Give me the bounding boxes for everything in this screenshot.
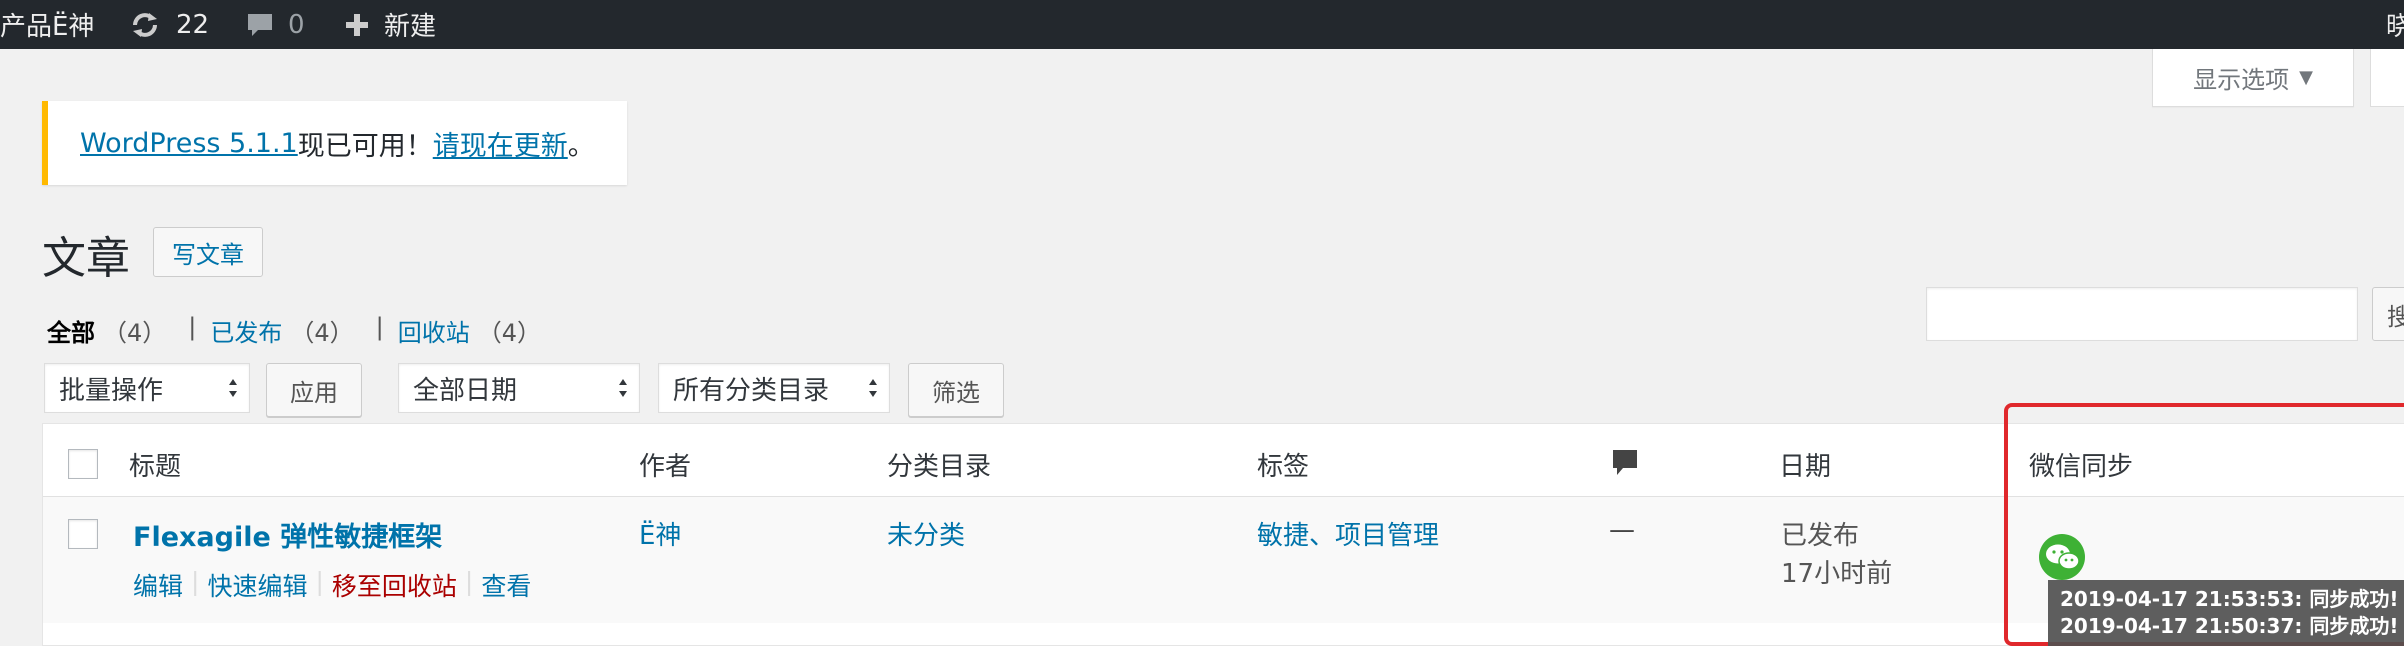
site-name: 产品Ë神 — [0, 12, 95, 42]
post-date: 17小时前 — [1781, 559, 1893, 589]
trash-link[interactable]: 移至回收站 — [332, 567, 457, 603]
author-link[interactable]: Ë神 — [639, 515, 681, 552]
categories-column-header: 分类目录 — [887, 452, 992, 482]
sort-by-date-link[interactable]: 日期 — [1779, 446, 1831, 483]
action-separator: | — [315, 567, 324, 596]
view-trash-count: （4） — [477, 319, 542, 347]
bulk-action-value: 批量操作 — [59, 375, 164, 406]
tags-links[interactable]: 敏捷、项目管理 — [1257, 515, 1439, 552]
select-arrows-icon — [619, 379, 627, 397]
select-all-checkbox[interactable] — [68, 449, 98, 479]
comments-count: — — [1609, 515, 1635, 545]
account-link[interactable]: 晓 — [2386, 0, 2404, 49]
comment-icon — [246, 11, 274, 39]
update-notice: WordPress 5.1.1 现已可用！ 请现在更新 。 — [42, 101, 627, 185]
updates-link[interactable]: 22 — [128, 0, 209, 49]
comment-bubble-icon[interactable] — [1611, 448, 1639, 485]
post-title-link[interactable]: Flexagile 弹性敏捷框架 — [133, 515, 442, 554]
category-filter-select[interactable]: 所有分类目录 — [658, 363, 890, 413]
apply-button[interactable]: 应用 — [266, 363, 362, 417]
updates-count: 22 — [176, 9, 210, 40]
sync-log-entry: 2019-04-17 21:53:53: 同步成功! — [2060, 587, 2399, 611]
action-separator: | — [191, 567, 200, 596]
view-separator: | — [188, 313, 197, 341]
wordpress-version-link[interactable]: WordPress 5.1.1 — [80, 128, 298, 159]
search-button[interactable]: 搜 — [2372, 287, 2404, 341]
quick-edit-link[interactable]: 快速编辑 — [207, 567, 307, 603]
screen-options-label: 显示选项 — [2193, 66, 2290, 94]
view-all-count: （4） — [103, 319, 167, 347]
category-filter-value: 所有分类目录 — [673, 375, 830, 406]
action-separator: | — [464, 567, 474, 596]
author-column-header: 作者 — [639, 452, 692, 482]
comments-count: 0 — [288, 9, 305, 40]
view-published-link[interactable]: 已发布 — [210, 313, 282, 348]
search-input[interactable] — [1926, 287, 2358, 341]
view-trash-link[interactable]: 回收站 — [398, 313, 470, 348]
new-label: 新建 — [384, 12, 437, 42]
page-title: 文章 — [42, 233, 130, 284]
view-published-count: （4） — [290, 319, 354, 347]
notice-end: 。 — [567, 130, 595, 162]
new-content-link[interactable]: 新建 — [344, 0, 436, 49]
row-actions: 编辑 | 快速编辑 | 移至回收站 | 查看 — [133, 567, 531, 603]
site-name-link[interactable]: 产品Ë神 — [0, 0, 94, 49]
tags-column-header: 标签 — [1257, 452, 1310, 482]
add-new-post-button[interactable]: 写文章 — [153, 227, 263, 277]
refresh-icon — [128, 10, 162, 40]
caret-down-icon: ▼ — [2299, 67, 2313, 88]
bulk-action-select[interactable]: 批量操作 — [44, 363, 250, 413]
category-link[interactable]: 未分类 — [887, 515, 965, 552]
edit-link[interactable]: 编辑 — [133, 567, 183, 603]
row-checkbox[interactable] — [68, 519, 98, 549]
sync-log-tooltip: 2019-04-17 21:53:53: 同步成功! 2019-04-17 21… — [2048, 580, 2404, 646]
view-separator: | — [375, 313, 384, 341]
date-filter-select[interactable]: 全部日期 — [398, 363, 640, 413]
select-arrows-icon — [869, 379, 877, 397]
view-link[interactable]: 查看 — [481, 567, 531, 603]
screen-options-button[interactable]: 显示选项 ▼ — [2152, 49, 2354, 107]
post-status-views: 全部 （4） | 已发布 （4） | 回收站 （4） — [47, 313, 541, 348]
filter-button[interactable]: 筛选 — [908, 363, 1004, 417]
plus-icon — [344, 12, 370, 38]
wechat-icon[interactable] — [2038, 533, 2090, 585]
sort-by-title-link[interactable]: 标题 — [129, 446, 181, 483]
update-now-link[interactable]: 请现在更新 — [433, 124, 568, 163]
admin-bar: 产品Ë神 22 0 新建 晓 — [0, 0, 2404, 49]
post-status: 已发布 — [1781, 521, 1860, 551]
view-all-link[interactable]: 全部 — [47, 313, 95, 348]
account-name: 晓 — [2386, 12, 2404, 42]
notice-text: 现已可用！ — [297, 130, 433, 162]
date-filter-value: 全部日期 — [413, 375, 518, 406]
sync-log-entry: 2019-04-17 21:50:37: 同步成功! — [2060, 614, 2399, 638]
help-tab-button[interactable] — [2370, 49, 2404, 107]
comments-link[interactable]: 0 — [246, 0, 305, 49]
select-arrows-icon — [229, 379, 237, 397]
